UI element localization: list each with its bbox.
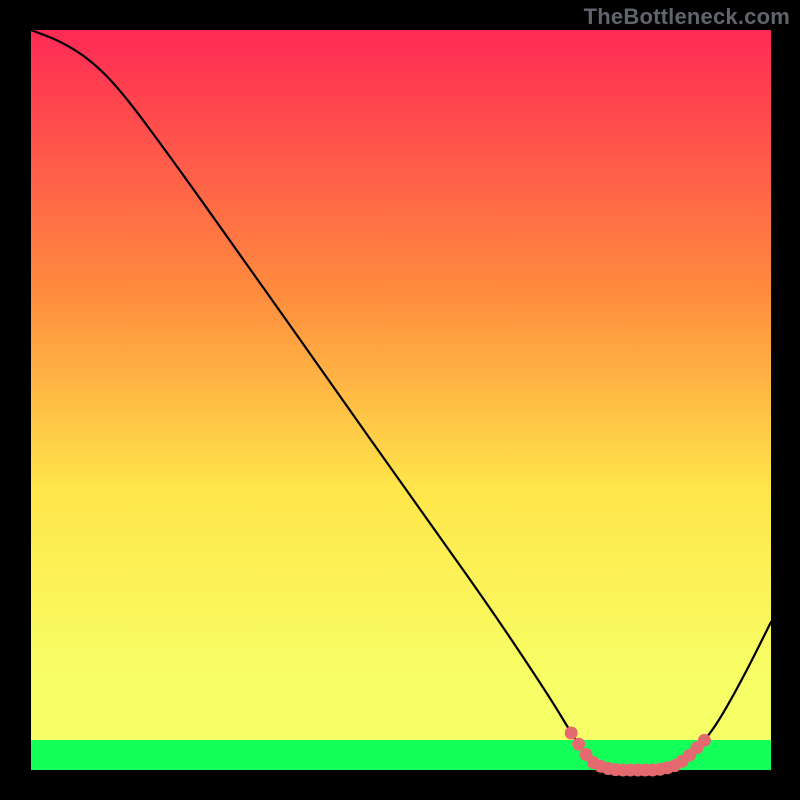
chart-stage: { "watermark": "TheBottleneck.com", "col…	[0, 0, 800, 800]
plot-gradient-background	[31, 30, 771, 770]
curve-marker	[698, 734, 711, 747]
curve-marker	[572, 738, 585, 751]
watermark-text: TheBottleneck.com	[584, 4, 790, 30]
bottleneck-chart	[0, 0, 800, 800]
curve-marker	[565, 727, 578, 740]
